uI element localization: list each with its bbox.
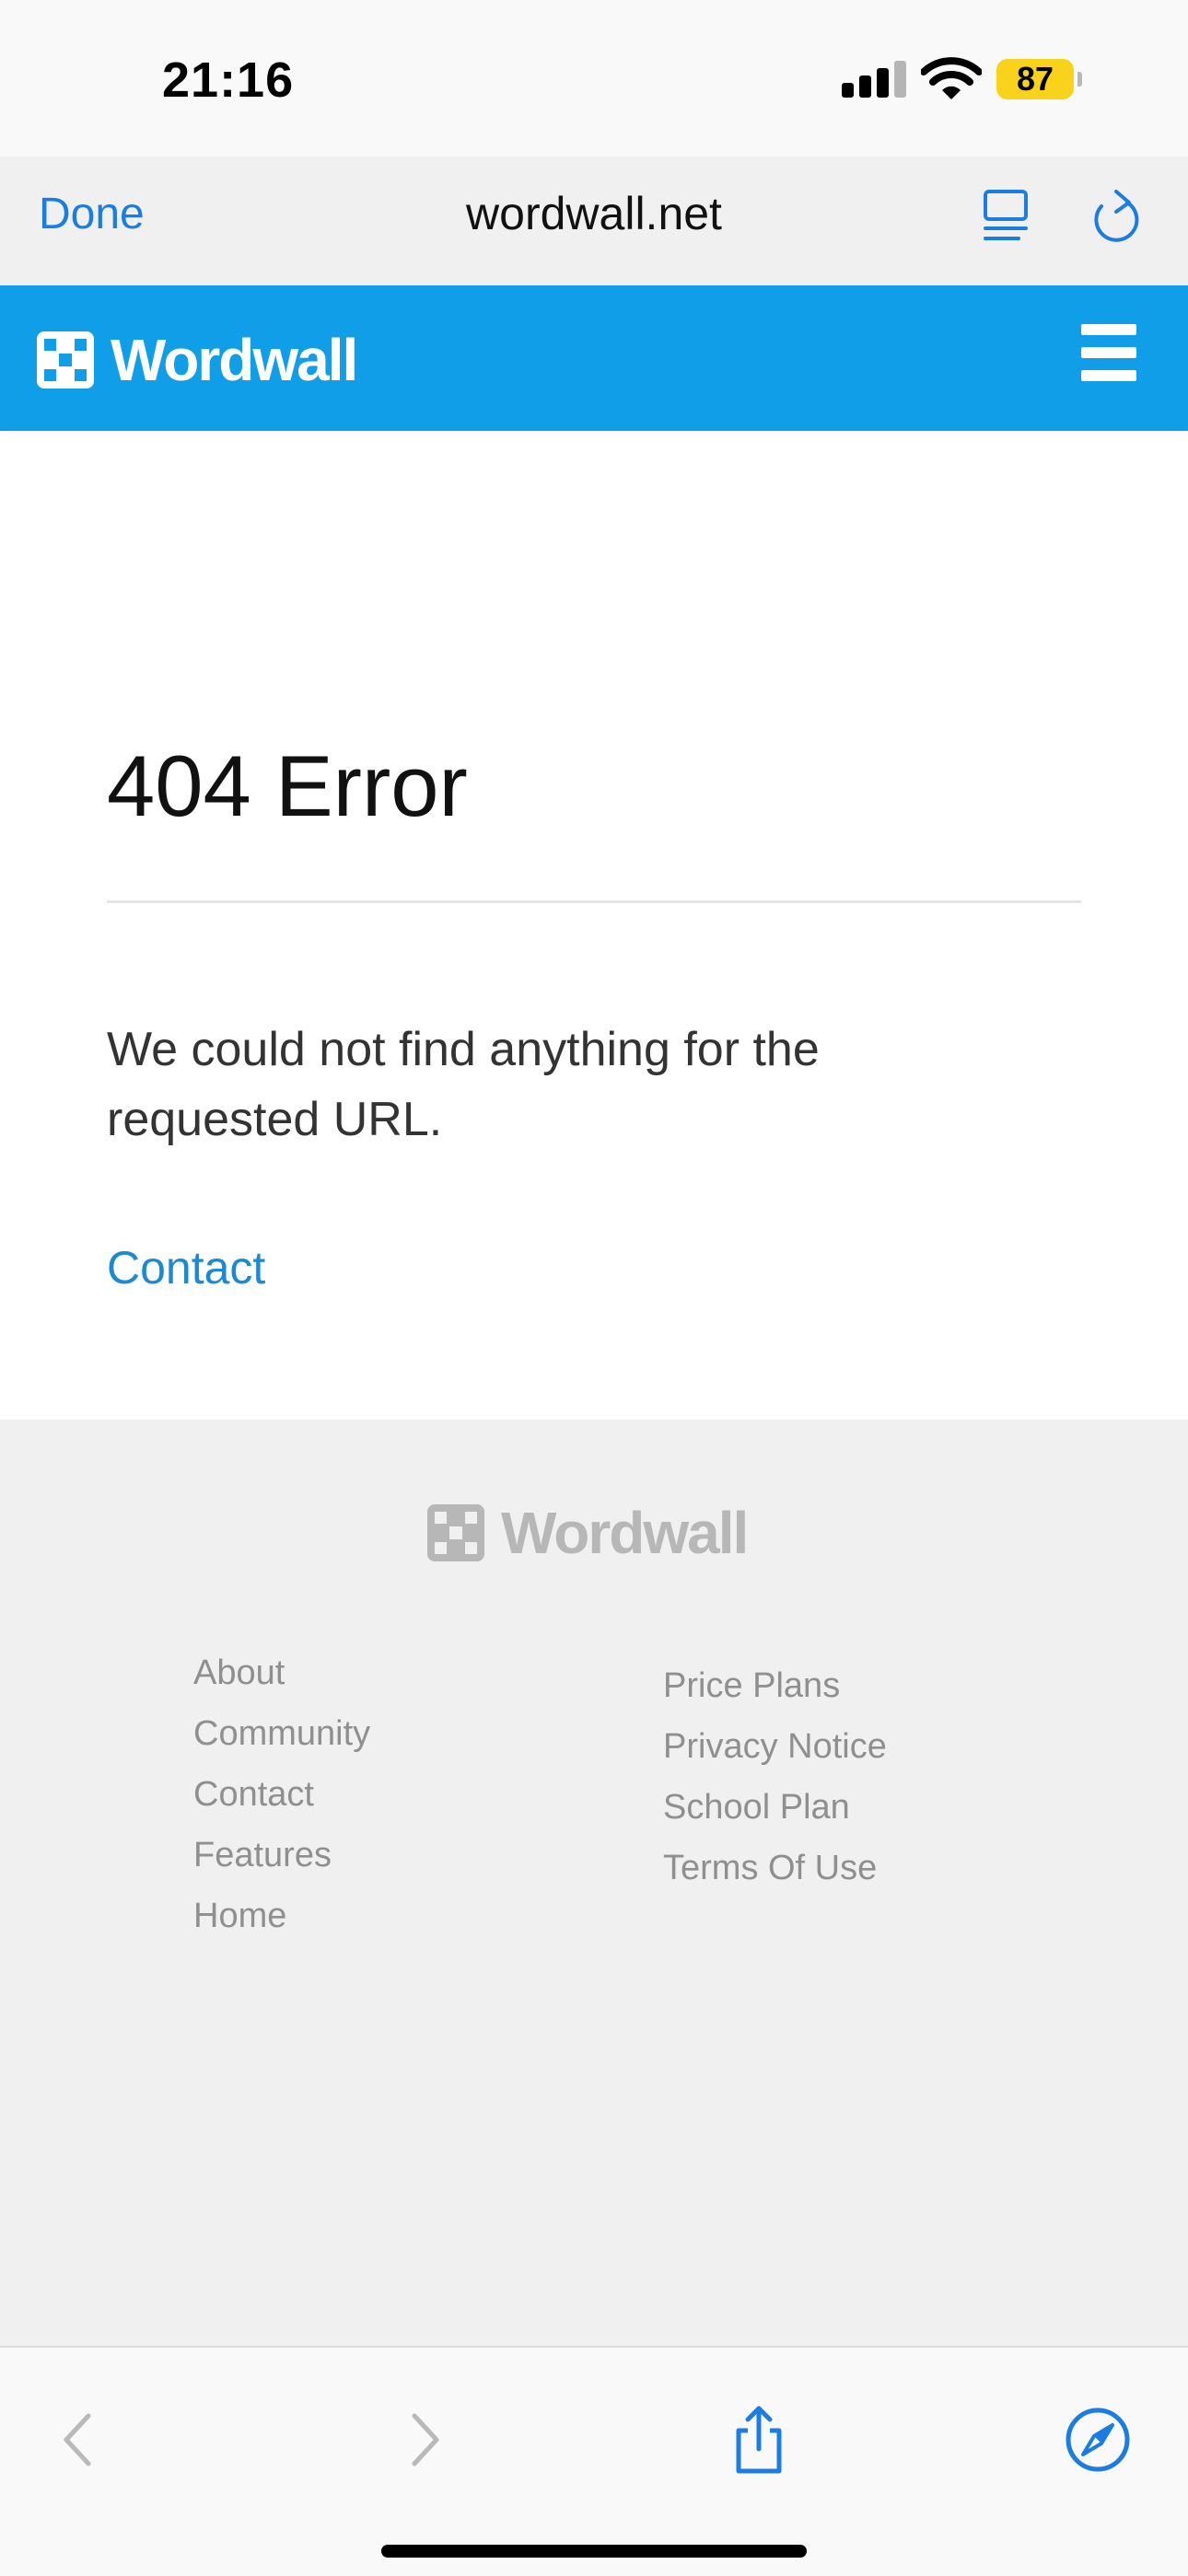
- battery-level: 87: [1016, 60, 1054, 98]
- back-icon[interactable]: [42, 2403, 116, 2477]
- contact-link[interactable]: Contact: [107, 1241, 265, 1294]
- footer-link-home[interactable]: Home: [193, 1886, 370, 1946]
- share-icon[interactable]: [722, 2403, 796, 2477]
- browser-toolbar: [0, 2346, 1188, 2576]
- home-indicator: [381, 2545, 807, 2558]
- footer-brand-name: Wordwall: [501, 1500, 749, 1566]
- wordwall-logo-icon: [427, 1504, 484, 1561]
- main-content: 404 Error We could not find anything for…: [0, 431, 1188, 1420]
- status-bar: 21:16 87: [0, 0, 1188, 157]
- footer-link-features[interactable]: Features: [193, 1825, 370, 1886]
- footer-links-left: About Community Contact Features Home: [193, 1642, 370, 1946]
- footer-link-privacy-notice[interactable]: Privacy Notice: [663, 1716, 887, 1777]
- footer-link-price-plans[interactable]: Price Plans: [663, 1655, 887, 1716]
- cellular-signal-icon: [842, 61, 906, 98]
- wordwall-logo-icon: [37, 331, 94, 389]
- page-title: 404 Error: [107, 737, 468, 834]
- site-footer: Wordwall About Community Contact Feature…: [0, 1420, 1188, 2346]
- footer-link-school-plan[interactable]: School Plan: [663, 1777, 887, 1838]
- footer-links-right: Price Plans Privacy Notice School Plan T…: [663, 1655, 887, 1898]
- forward-icon[interactable]: [387, 2403, 460, 2477]
- hamburger-menu-icon[interactable]: [1081, 324, 1136, 381]
- footer-link-about[interactable]: About: [193, 1642, 370, 1703]
- reload-icon[interactable]: [1089, 188, 1142, 245]
- compass-icon[interactable]: [1061, 2403, 1135, 2477]
- status-time: 21:16: [162, 52, 295, 108]
- error-message: We could not find anything for the reque…: [107, 1023, 820, 1146]
- footer-link-community[interactable]: Community: [193, 1703, 370, 1764]
- reader-mode-icon[interactable]: [982, 188, 1035, 243]
- footer-link-contact[interactable]: Contact: [193, 1764, 370, 1825]
- footer-link-terms-of-use[interactable]: Terms Of Use: [663, 1838, 887, 1898]
- divider: [107, 900, 1081, 903]
- brand-name: Wordwall: [111, 327, 358, 393]
- wifi-icon: [921, 57, 982, 99]
- site-header: Wordwall: [0, 285, 1188, 431]
- battery-indicator: 87: [996, 59, 1082, 99]
